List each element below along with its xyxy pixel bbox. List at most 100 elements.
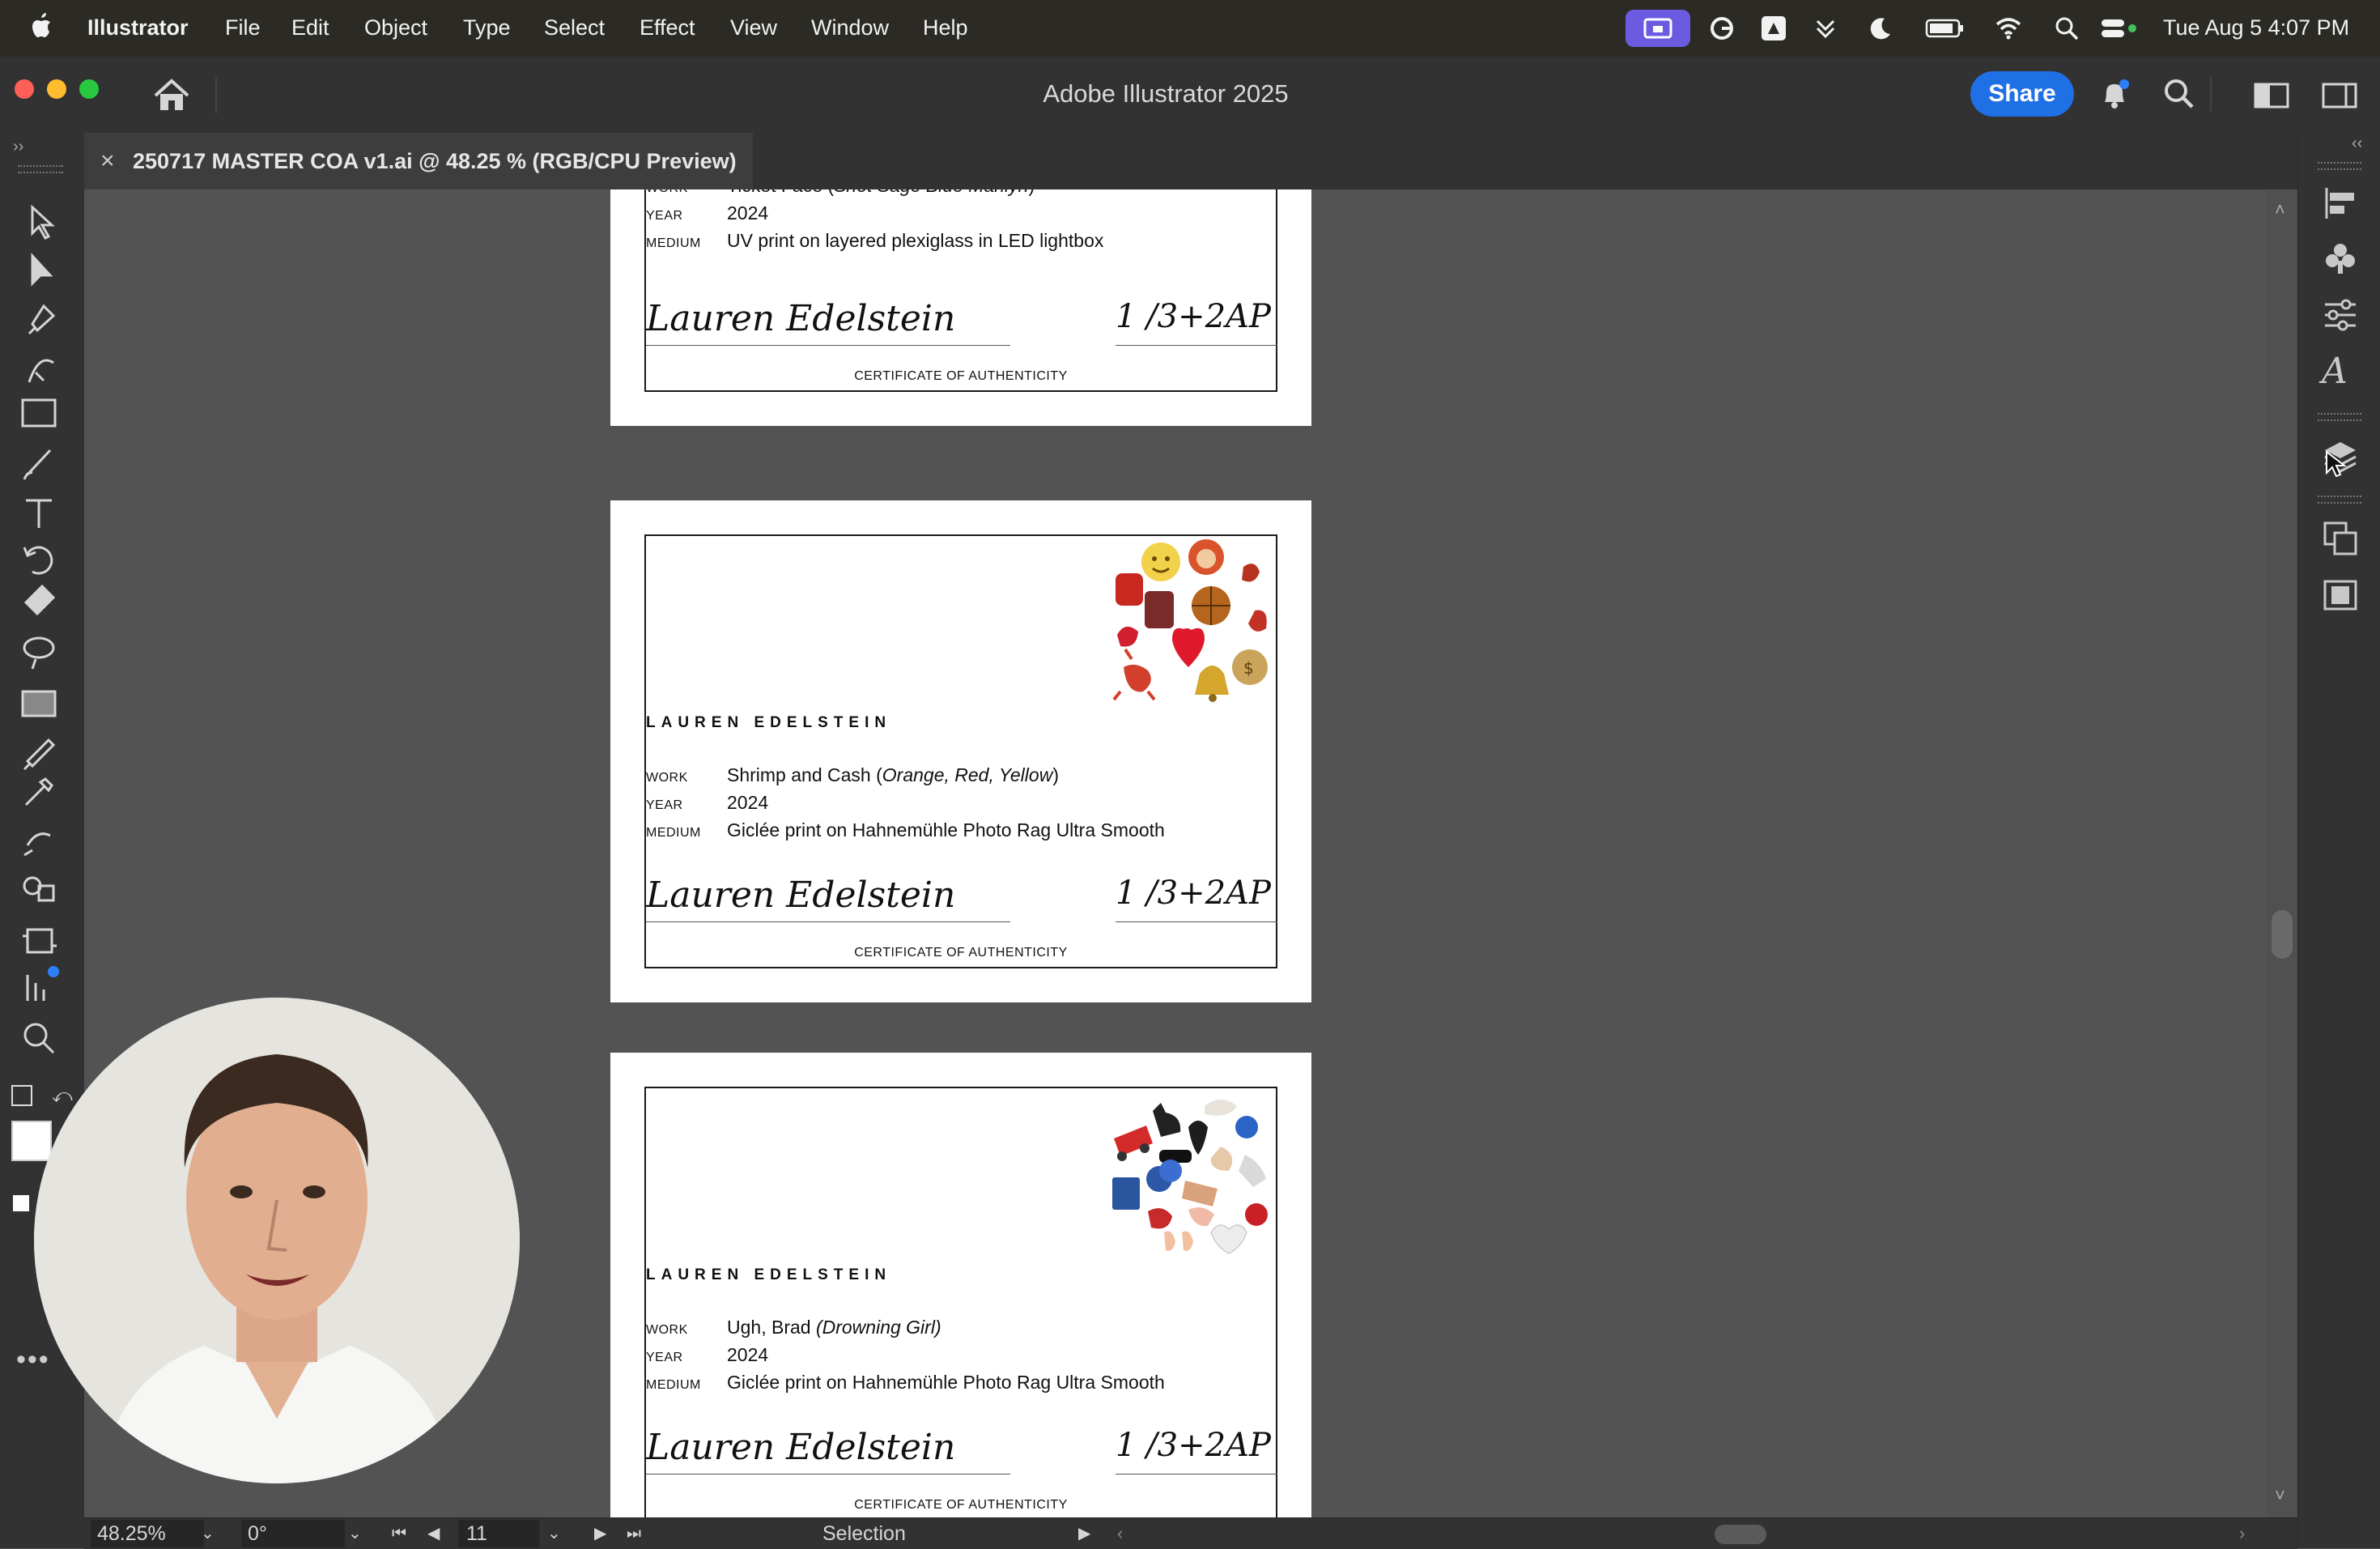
menu-help[interactable]: Help bbox=[923, 13, 968, 42]
character-panel-icon[interactable]: A bbox=[2322, 353, 2359, 390]
signature-line bbox=[646, 345, 1010, 346]
artboard-card-3[interactable]: LAUREN EDELSTEIN WORK Ugh, Brad (Drowning… bbox=[610, 1053, 1311, 1517]
menu-edit[interactable]: Edit bbox=[291, 13, 329, 42]
medium-value: UV print on layered plexiglass in LED li… bbox=[727, 230, 1104, 251]
signature: Lauren Edelstein bbox=[646, 875, 956, 916]
zoom-window-button[interactable] bbox=[79, 79, 99, 99]
document-tab[interactable]: × 250717 MASTER COA v1.ai @ 48.25 % (RGB… bbox=[84, 133, 753, 189]
year-row: YEAR 2024 bbox=[646, 792, 768, 814]
medium-value: Giclée print on Hahnemühle Photo Rag Ult… bbox=[727, 1372, 1165, 1393]
previous-artboard-icon[interactable]: ◀ bbox=[427, 1521, 440, 1546]
menu-effect[interactable]: Effect bbox=[640, 13, 695, 42]
scroll-down-icon[interactable]: ˅ bbox=[2275, 1485, 2285, 1506]
signature-line bbox=[646, 921, 1010, 922]
screen-share-icon[interactable] bbox=[1626, 10, 1690, 47]
properties-panel-icon[interactable] bbox=[2322, 296, 2359, 334]
artboard-dropdown-icon[interactable]: ⌄ bbox=[547, 1521, 561, 1546]
work-title: Ugh, Brad bbox=[727, 1317, 811, 1338]
artboards-panel-icon[interactable] bbox=[2322, 520, 2359, 557]
work-row: WORK Shrimp and Cash (Orange, Red, Yellow… bbox=[646, 764, 1059, 785]
share-button[interactable]: Share bbox=[1970, 71, 2074, 117]
title-divider-2 bbox=[2210, 76, 2212, 112]
menu-window[interactable]: Window bbox=[811, 13, 889, 42]
year-value: 2024 bbox=[727, 1344, 769, 1365]
work-row: WORKTicket Face (Shot Sage Blue Marilyn) bbox=[646, 189, 1035, 197]
close-tab-icon[interactable]: × bbox=[100, 133, 115, 189]
zoom-dropdown-icon[interactable]: ⌄ bbox=[201, 1521, 215, 1546]
app-menu[interactable]: Illustrator bbox=[87, 13, 189, 42]
dock-grip[interactable] bbox=[2318, 162, 2361, 170]
year-row: YEAR 2024 bbox=[646, 202, 768, 224]
spotlight-search-icon[interactable] bbox=[2053, 15, 2080, 42]
macos-menu-bar: Illustrator File Edit Object Type Select… bbox=[0, 0, 2380, 57]
more-tools-icon[interactable]: ••• bbox=[16, 1344, 50, 1376]
certificate-footer: CERTIFICATE OF AUTHENTICITY bbox=[854, 946, 1068, 960]
minimize-window-button[interactable] bbox=[47, 79, 66, 99]
symbols-panel-icon[interactable] bbox=[2322, 240, 2359, 277]
work-row: WORK Ugh, Brad (Drowning Girl) bbox=[646, 1317, 941, 1338]
rotation-dropdown-icon[interactable]: ⌄ bbox=[348, 1521, 362, 1546]
artboard-number-field[interactable]: 11 bbox=[466, 1521, 487, 1546]
battery-icon[interactable] bbox=[1925, 15, 1966, 42]
chevrons-down-icon[interactable] bbox=[1812, 15, 1839, 42]
fill-swatch[interactable] bbox=[11, 1121, 52, 1161]
color-mode-icon[interactable] bbox=[13, 1195, 29, 1211]
control-center-icon[interactable] bbox=[2100, 15, 2140, 42]
emoji-cluster-image bbox=[1107, 1090, 1277, 1260]
year-label: YEAR bbox=[646, 209, 683, 223]
close-window-button[interactable] bbox=[15, 79, 34, 99]
document-tab-title: 250717 MASTER COA v1.ai @ 48.25 % (RGB/C… bbox=[133, 149, 737, 173]
certificate-footer: CERTIFICATE OF AUTHENTICITY bbox=[854, 369, 1068, 383]
menu-type[interactable]: Type bbox=[463, 13, 511, 42]
artboard-card-1[interactable]: WORKTicket Face (Shot Sage Blue Marilyn)… bbox=[610, 189, 1311, 426]
moon-icon[interactable] bbox=[1867, 15, 1894, 42]
first-artboard-icon[interactable]: ⏮ bbox=[392, 1521, 406, 1546]
panel-dock: ‹‹ bbox=[2297, 133, 2380, 1548]
workspace-switcher-icon[interactable] bbox=[2322, 79, 2357, 112]
dock-grip-3[interactable] bbox=[2318, 496, 2361, 504]
edition-line bbox=[1116, 921, 1277, 922]
year-label: YEAR bbox=[646, 798, 683, 812]
next-artboard-icon[interactable]: ▶ bbox=[594, 1521, 606, 1546]
year-value: 2024 bbox=[727, 792, 769, 813]
menu-file[interactable]: File bbox=[225, 13, 261, 42]
menu-select[interactable]: Select bbox=[544, 13, 605, 42]
scroll-up-icon[interactable]: ˄ bbox=[2275, 199, 2285, 220]
scroll-left-icon[interactable]: ‹ bbox=[1117, 1521, 1123, 1546]
dock-grip-2[interactable] bbox=[2318, 413, 2361, 421]
horizontal-scroll-thumb[interactable] bbox=[1715, 1525, 1766, 1544]
arrange-documents-icon[interactable] bbox=[2254, 79, 2289, 112]
edition-line bbox=[1116, 345, 1277, 346]
last-artboard-icon[interactable]: ⏭ bbox=[627, 1521, 641, 1546]
menu-object[interactable]: Object bbox=[364, 13, 427, 42]
zoom-level-field[interactable]: 48.25% bbox=[97, 1521, 166, 1546]
current-tool-label[interactable]: Selection bbox=[822, 1521, 906, 1546]
swap-colors-icon[interactable]: ⤺ bbox=[52, 1085, 73, 1108]
collapse-dock-icon[interactable]: ‹‹ bbox=[2352, 134, 2362, 153]
notifications-bell-icon[interactable] bbox=[2097, 76, 2132, 112]
medium-row: MEDIUM UV print on layered plexiglass in … bbox=[646, 230, 1103, 252]
status-menu-icon[interactable]: ▶ bbox=[1078, 1521, 1090, 1546]
vertical-scrollbar[interactable]: ˄ ˅ bbox=[2267, 189, 2297, 1517]
rotation-field[interactable]: 0° bbox=[248, 1521, 267, 1546]
default-colors-icon[interactable] bbox=[11, 1085, 32, 1106]
google-drive-icon[interactable] bbox=[1760, 15, 1787, 42]
work-label: WORK bbox=[646, 189, 727, 196]
title-divider bbox=[215, 78, 217, 113]
home-icon[interactable] bbox=[151, 74, 193, 117]
align-panel-icon[interactable] bbox=[2322, 185, 2359, 222]
certificate-footer: CERTIFICATE OF AUTHENTICITY bbox=[854, 1498, 1068, 1512]
libraries-panel-icon[interactable] bbox=[2322, 577, 2359, 614]
clock[interactable]: Tue Aug 5 4:07 PM bbox=[2163, 13, 2349, 42]
grammarly-icon[interactable] bbox=[1708, 15, 1736, 42]
work-subtitle: Drowning Girl bbox=[822, 1317, 935, 1338]
vertical-scroll-thumb[interactable] bbox=[2272, 910, 2293, 959]
search-icon[interactable] bbox=[2161, 76, 2197, 112]
signature: Lauren Edelstein bbox=[646, 1427, 956, 1468]
artboard-card-2[interactable]: $ LAUREN EDELSTEIN WORK Shrimp and Cash (… bbox=[610, 500, 1311, 1002]
menu-view[interactable]: View bbox=[730, 13, 777, 42]
wifi-icon[interactable] bbox=[1995, 15, 2022, 42]
scroll-right-icon[interactable]: › bbox=[2239, 1521, 2245, 1546]
year-label: YEAR bbox=[646, 1351, 683, 1364]
apple-icon[interactable] bbox=[31, 11, 55, 48]
